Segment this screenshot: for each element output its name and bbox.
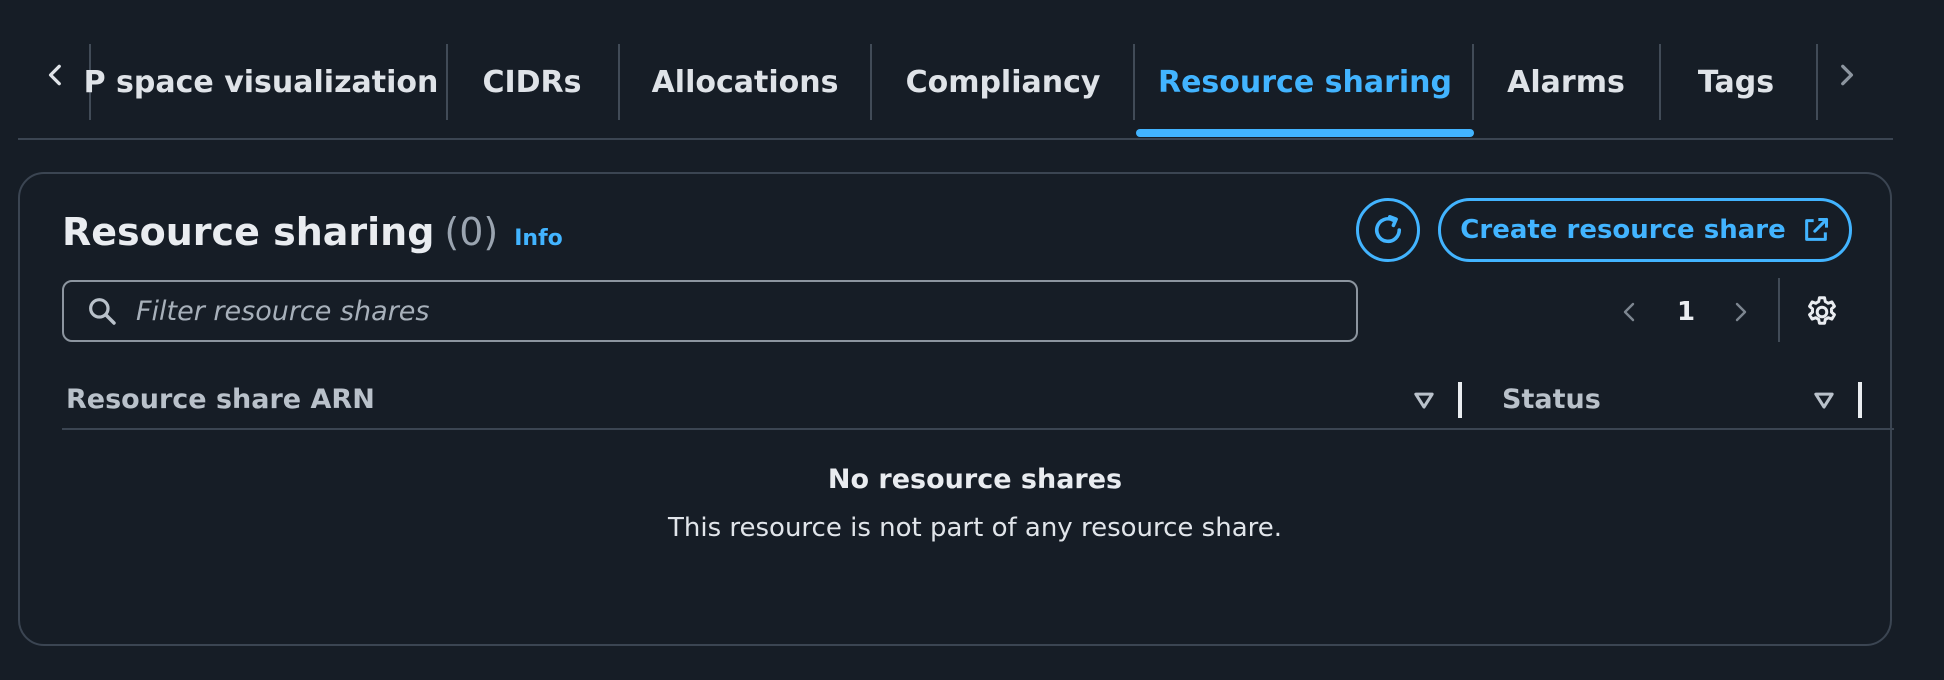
gear-icon xyxy=(1808,296,1836,325)
info-link[interactable]: Info xyxy=(514,226,563,251)
empty-state-description: This resource is not part of any resourc… xyxy=(667,513,1283,543)
tab-tags[interactable]: Tags xyxy=(1661,34,1811,130)
column-resizer[interactable] xyxy=(1458,382,1462,418)
chevron-right-icon xyxy=(1735,302,1747,322)
tab-divider xyxy=(1816,44,1818,120)
tab-scroll-left-button[interactable] xyxy=(30,42,82,108)
empty-state: No resource shares This resource is not … xyxy=(62,464,1888,543)
column-resizer[interactable] xyxy=(1858,382,1862,418)
tab-alarms[interactable]: Alarms xyxy=(1474,34,1658,130)
tab-allocations[interactable]: Allocations xyxy=(620,34,870,130)
external-link-icon xyxy=(1804,217,1828,241)
sort-caret-down-icon xyxy=(1814,392,1834,409)
chevron-left-icon xyxy=(1623,302,1635,322)
empty-state-title: No resource shares xyxy=(827,464,1123,495)
filter-resource-shares-input[interactable] xyxy=(134,282,1356,340)
column-header-status[interactable]: Status xyxy=(1502,370,1601,428)
refresh-icon xyxy=(1374,215,1402,244)
previous-page-button[interactable] xyxy=(1610,290,1650,334)
tab-bar: P space visualization CIDRs Allocations … xyxy=(18,34,1893,140)
sort-caret-down-icon xyxy=(1414,392,1434,409)
tab-scroll-right-button[interactable] xyxy=(1820,42,1872,108)
resource-count: (0) xyxy=(444,210,499,254)
tab-cidrs[interactable]: CIDRs xyxy=(448,34,616,130)
refresh-button[interactable] xyxy=(1356,198,1420,262)
create-resource-share-label: Create resource share xyxy=(1460,215,1786,245)
column-header-resource-share-arn[interactable]: Resource share ARN xyxy=(66,370,375,428)
search-icon xyxy=(89,298,116,325)
preferences-button[interactable] xyxy=(1796,286,1848,338)
filter-search-box[interactable] xyxy=(62,280,1358,342)
chevron-left-icon xyxy=(48,64,61,86)
create-resource-share-button[interactable]: Create resource share xyxy=(1438,198,1852,262)
pager-divider xyxy=(1778,278,1780,342)
panel-header: Resource sharing (0) Info xyxy=(62,210,563,254)
tab-ip-space-visualization[interactable]: P space visualization xyxy=(84,34,439,130)
table-header: Resource share ARN Status xyxy=(62,370,1894,430)
active-tab-indicator xyxy=(1136,129,1474,137)
sort-arn-button[interactable] xyxy=(1410,386,1438,414)
chevron-right-icon xyxy=(1841,64,1854,86)
panel-title: Resource sharing xyxy=(62,210,435,254)
current-page-number[interactable]: 1 xyxy=(1664,290,1708,334)
tab-compliancy[interactable]: Compliancy xyxy=(872,34,1134,130)
sort-status-button[interactable] xyxy=(1810,386,1838,414)
tab-resource-sharing[interactable]: Resource sharing xyxy=(1135,34,1475,130)
next-page-button[interactable] xyxy=(1720,290,1760,334)
resource-sharing-panel: Resource sharing (0) Info Create resourc… xyxy=(18,172,1894,646)
